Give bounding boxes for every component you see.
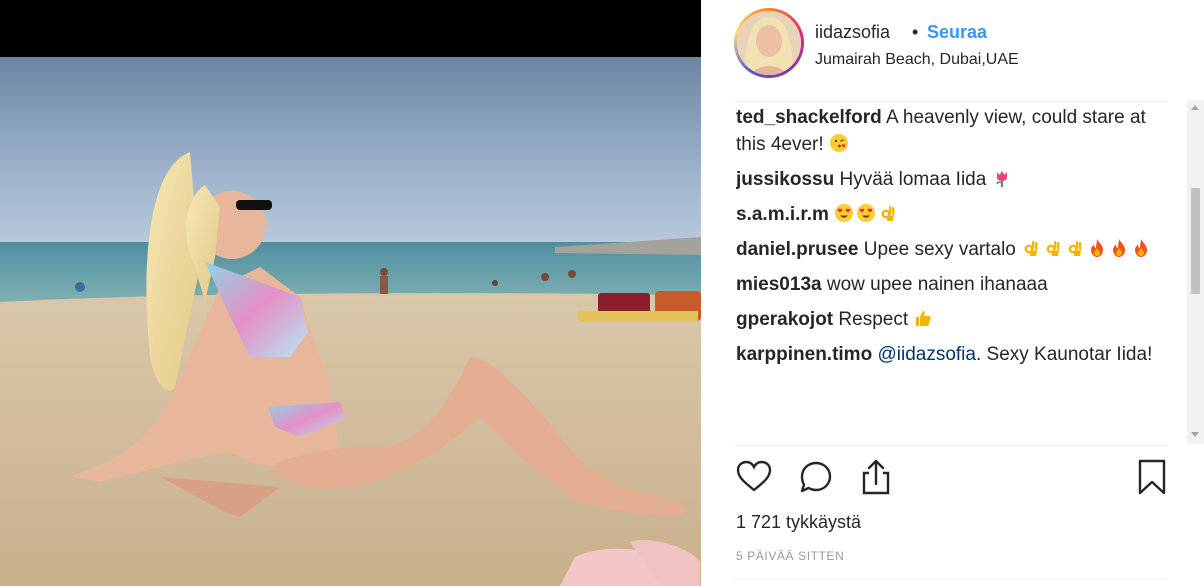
- comment-button[interactable]: [796, 457, 836, 497]
- post-actions: [734, 455, 1174, 501]
- heart-eyes-emoji-icon: [857, 204, 876, 222]
- post-header: iidazsofia • Seuraa Jumairah Beach, Duba…: [734, 8, 1164, 80]
- post-photo: [0, 57, 701, 586]
- comment-username[interactable]: ted_shackelford: [736, 107, 882, 128]
- thumbs-up-emoji-icon: [916, 311, 932, 326]
- comments-scrollbar[interactable]: [1187, 100, 1204, 444]
- scroll-up-arrow[interactable]: [1191, 105, 1199, 110]
- ok-hand-emoji-icon: [1046, 241, 1060, 256]
- comment-username[interactable]: gperakojot: [736, 309, 833, 330]
- avatar-image: [737, 11, 801, 75]
- comment-mention[interactable]: @iidazsofia: [877, 344, 976, 365]
- header-dot-separator: •: [912, 22, 919, 42]
- comment-item: gperakojot Respect: [736, 306, 1156, 333]
- post-location[interactable]: Jumairah Beach, Dubai,UAE: [815, 51, 1019, 69]
- photo-letterbox: [0, 0, 701, 57]
- comment-text: wow upee nainen ihanaaa: [826, 274, 1048, 295]
- ok-hand-emoji-icon: [881, 206, 895, 221]
- comment-item: jussikossu Hyvää lomaa Iida: [736, 166, 1156, 193]
- comment-username[interactable]: s.a.m.i.r.m: [736, 204, 829, 225]
- heart-icon: [736, 460, 772, 492]
- comment-item: ted_shackelford A heavenly view, could s…: [736, 104, 1156, 158]
- comment-item: daniel.prusee Upee sexy vartalo: [736, 236, 1156, 263]
- comment-item: s.a.m.i.r.m: [736, 201, 1156, 228]
- share-button[interactable]: [856, 457, 896, 497]
- comment-item: mies013a wow upee nainen ihanaaa: [736, 271, 1156, 298]
- comment-username[interactable]: daniel.prusee: [736, 239, 859, 260]
- comments-list[interactable]: ted_shackelford A heavenly view, could s…: [736, 104, 1156, 444]
- comment-text: Hyvää lomaa Iida: [839, 169, 987, 190]
- comment-username[interactable]: karppinen.timo: [736, 344, 872, 365]
- scroll-down-arrow[interactable]: [1191, 432, 1199, 437]
- comment-username[interactable]: mies013a: [736, 274, 822, 295]
- fire-emoji-icon: [1113, 239, 1126, 257]
- comment-bubble-icon: [800, 461, 832, 493]
- post-sidebar: iidazsofia • Seuraa Jumairah Beach, Duba…: [701, 0, 1204, 586]
- ok-hand-emoji-icon: [1024, 241, 1038, 256]
- share-icon: [862, 459, 890, 495]
- beach-photo: [0, 57, 701, 586]
- fire-emoji-icon: [1135, 239, 1148, 257]
- bottom-divider: [734, 579, 1167, 580]
- comment-text: Respect: [838, 309, 909, 330]
- comment-username[interactable]: jussikossu: [736, 169, 834, 190]
- comment-item: karppinen.timo @iidazsofia. Sexy Kaunota…: [736, 341, 1156, 368]
- post-timestamp[interactable]: 5 PÄIVÄÄ SITTEN: [736, 549, 844, 563]
- header-divider: [734, 101, 1167, 102]
- like-count[interactable]: 1 721 tykkäystä: [736, 512, 861, 533]
- follow-button[interactable]: Seuraa: [927, 22, 987, 43]
- post-username[interactable]: iidazsofia: [815, 22, 890, 43]
- bookmark-icon: [1138, 459, 1166, 495]
- avatar[interactable]: [734, 8, 804, 78]
- kissing-face-emoji-icon: [829, 134, 848, 152]
- fire-emoji-icon: [1091, 239, 1104, 257]
- comments-divider: [734, 445, 1167, 446]
- save-button[interactable]: [1132, 457, 1172, 497]
- tulip-emoji-icon: [995, 171, 1007, 187]
- ok-hand-emoji-icon: [1068, 241, 1082, 256]
- heart-eyes-emoji-icon: [835, 204, 854, 222]
- like-button[interactable]: [734, 457, 774, 497]
- comment-text: . Sexy Kaunotar Iida!: [975, 344, 1153, 365]
- comment-text: Upee sexy vartalo: [863, 239, 1016, 260]
- scroll-thumb[interactable]: [1191, 188, 1200, 294]
